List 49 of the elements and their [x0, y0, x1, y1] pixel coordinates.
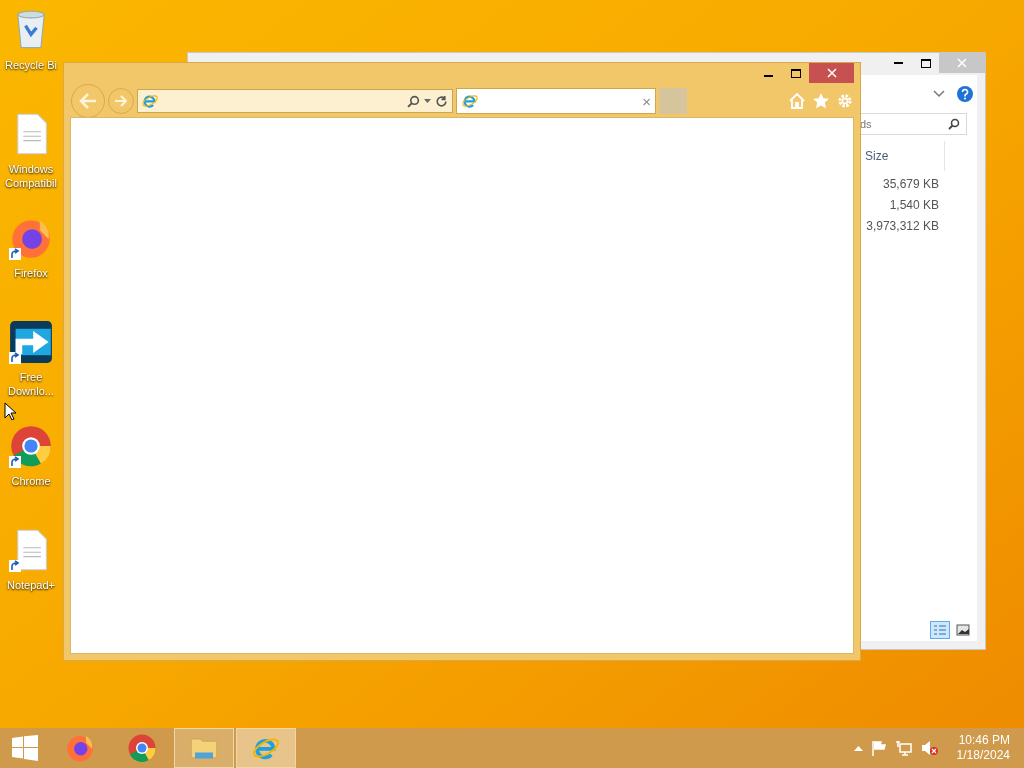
caret-icon[interactable] — [424, 98, 431, 104]
table-cell-text: 1,540 KB — [888, 197, 940, 214]
chrome-icon — [9, 424, 53, 468]
close-icon — [957, 58, 967, 68]
desktop-icon-label[interactable]: Recycle Bi — [0, 58, 62, 72]
taskbar-button[interactable] — [174, 728, 234, 768]
mouse-cursor-icon — [4, 402, 16, 420]
desktop-icon-label[interactable]: Windows Compatibil — [0, 162, 62, 190]
search-icon[interactable] — [407, 94, 420, 108]
speaker-icon[interactable] — [920, 740, 939, 756]
chrome-icon — [127, 733, 157, 763]
ie-icon — [461, 92, 479, 110]
download-app-icon — [9, 320, 53, 364]
details-view-icon — [933, 624, 947, 636]
desktop-icon-label[interactable]: Chrome — [0, 474, 62, 488]
browser-tab[interactable]: × — [456, 88, 656, 114]
flag-icon[interactable] — [870, 740, 887, 756]
column-header[interactable]: Size — [865, 141, 945, 171]
desktop-icon-label[interactable]: Free Downlo... — [0, 370, 62, 398]
search-icon — [948, 118, 960, 130]
desktop-icon-label[interactable]: Firefox — [0, 266, 62, 280]
taskbar-button[interactable] — [236, 728, 296, 768]
address-field[interactable] — [137, 89, 453, 113]
help-icon[interactable] — [957, 86, 973, 102]
shortcut-arrow-icon — [9, 456, 21, 468]
arrow-right-icon — [114, 95, 128, 107]
shortcut-arrow-icon — [9, 352, 21, 364]
shortcut-arrow-icon — [9, 248, 21, 260]
shortcut-icon[interactable] — [9, 320, 53, 364]
table-cell-text: 3,973,312 KB — [865, 218, 940, 235]
table-cell-text: 35,679 KB — [881, 176, 940, 193]
arrow-left-icon — [78, 92, 98, 110]
caret-up-icon[interactable] — [853, 745, 863, 751]
clock-date[interactable]: 1/18/2024 — [956, 748, 1010, 763]
firefox-icon — [65, 733, 95, 763]
ie-icon — [141, 92, 159, 110]
large-icons-view-button[interactable] — [953, 621, 973, 639]
windows-logo-icon — [12, 735, 38, 761]
chevron-down-icon[interactable] — [933, 90, 945, 98]
desktop-icon-label[interactable]: Notepad+ — [0, 578, 62, 592]
refresh-icon[interactable] — [435, 94, 448, 108]
shortcut-arrow-icon — [9, 560, 21, 572]
star-icon[interactable] — [812, 92, 830, 110]
clock-time[interactable]: 10:46 PM — [958, 733, 1010, 748]
home-icon[interactable] — [788, 92, 806, 110]
picture-icon — [956, 624, 970, 636]
close-icon — [826, 68, 837, 78]
tab-close-button[interactable]: × — [642, 93, 651, 109]
network-icon[interactable] — [894, 740, 913, 756]
